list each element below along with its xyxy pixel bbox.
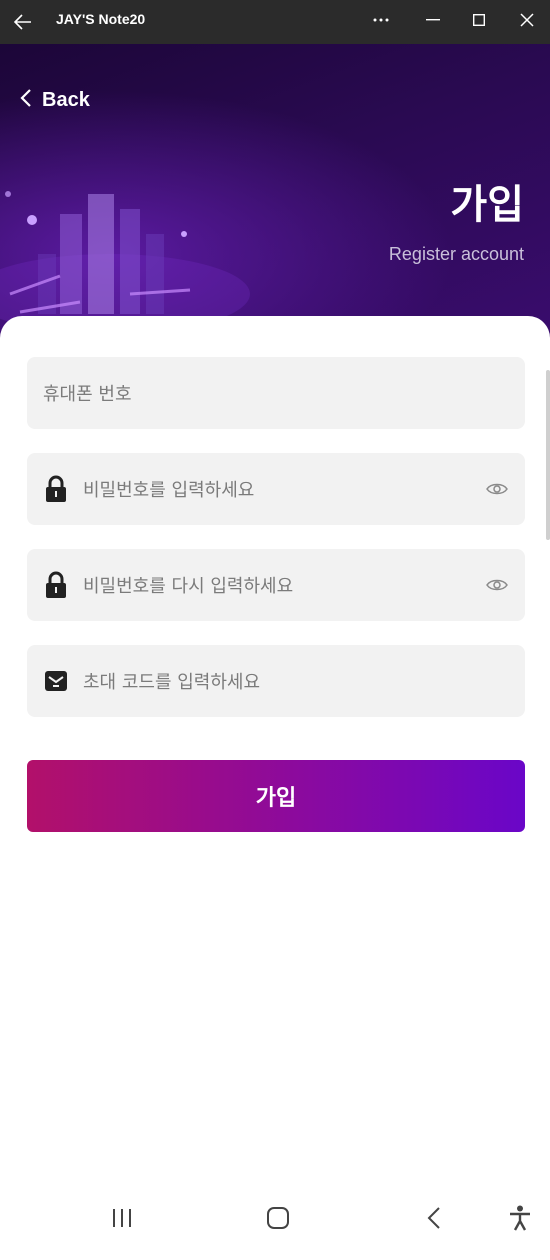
status-bar (0, 54, 550, 74)
recents-icon[interactable] (98, 1194, 146, 1242)
password-confirm-placeholder: 비밀번호를 다시 입력하세요 (83, 576, 294, 597)
scrollbar[interactable] (546, 370, 550, 540)
close-icon[interactable] (510, 6, 544, 34)
accessibility-icon[interactable] (496, 1194, 544, 1242)
back-icon[interactable] (410, 1194, 458, 1242)
phone-field[interactable]: 휴대폰 번호 (27, 357, 525, 429)
password-field[interactable]: 비밀번호를 입력하세요 (27, 453, 525, 525)
page-subtitle: Register account (388, 244, 524, 264)
back-label: Back (42, 88, 90, 111)
register-submit-button[interactable]: 가입 (27, 760, 525, 832)
invite-mail-icon (43, 666, 69, 696)
home-icon[interactable] (254, 1194, 302, 1242)
lock-icon (43, 570, 69, 600)
window-titlebar: JAY'S Note20 (0, 0, 550, 44)
back-arrow-icon[interactable] (12, 8, 34, 36)
lock-icon (43, 474, 69, 504)
eye-icon[interactable] (485, 477, 509, 501)
invite-placeholder: 초대 코드를 입력하세요 (83, 672, 261, 693)
minimize-icon[interactable] (416, 6, 450, 34)
password-confirm-field[interactable]: 비밀번호를 다시 입력하세요 (27, 549, 525, 621)
more-icon[interactable] (364, 6, 398, 34)
back-button[interactable]: Back (20, 88, 90, 112)
register-form-card: 휴대폰 번호 비밀번호를 입력하세요 비밀번호를 다시 입력하세요 초대 코드를… (0, 316, 550, 1176)
eye-icon[interactable] (485, 573, 509, 597)
chevron-left-icon (20, 89, 32, 111)
maximize-icon[interactable] (462, 6, 496, 34)
password-placeholder: 비밀번호를 입력하세요 (83, 480, 255, 501)
header-banner: Back 가입 Register account (0, 44, 550, 344)
navigation-bar (0, 1176, 550, 1260)
phone-placeholder: 휴대폰 번호 (43, 384, 132, 405)
page-title: 가입 (450, 182, 524, 228)
invite-code-field[interactable]: 초대 코드를 입력하세요 (27, 645, 525, 717)
window-title: JAY'S Note20 (56, 11, 146, 27)
